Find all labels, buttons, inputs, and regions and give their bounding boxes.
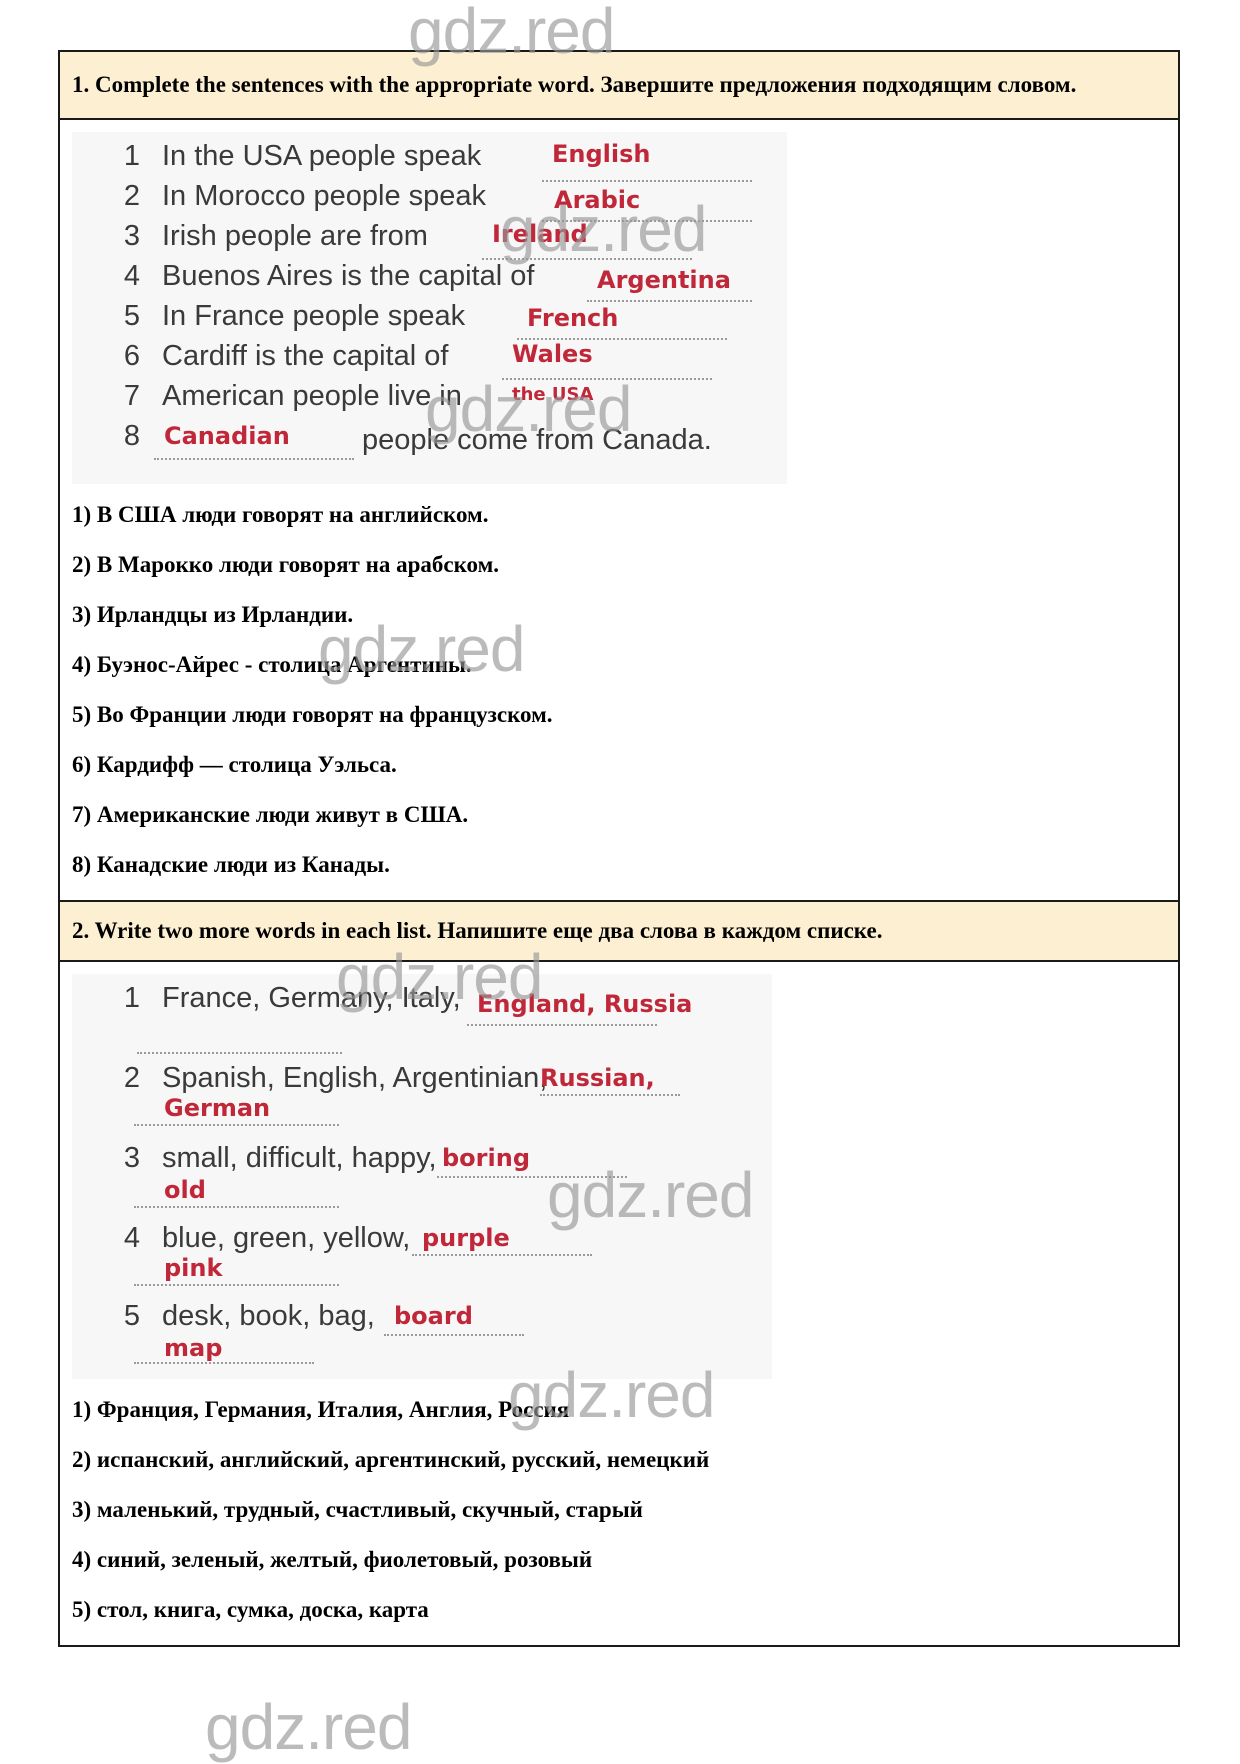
- task2-header: 2. Write two more words in each list. На…: [60, 902, 1178, 962]
- item-number: 6: [123, 340, 140, 372]
- item-text: In the USA people speak: [162, 140, 482, 172]
- translation-line: 4) синий, зеленый, желтый, фиолетовый, р…: [72, 1547, 593, 1572]
- task1-body: 1 In the USA people speak English 2 In M…: [60, 120, 1178, 902]
- item-text: France, Germany, Italy,: [162, 982, 461, 1014]
- task1-header: 1. Complete the sentences with the appro…: [60, 52, 1178, 120]
- answer-text: board: [394, 1302, 473, 1330]
- translation-line: 3) маленький, трудный, счастливый, скучн…: [72, 1497, 643, 1522]
- task1-translations: 1) В США люди говорят на английском. 2) …: [72, 490, 1166, 890]
- item-text: In Morocco people speak: [162, 180, 487, 212]
- translation-line: 8) Канадские люди из Канады.: [72, 852, 390, 877]
- item-number: 1: [123, 140, 140, 172]
- translation-line: 2) В Марокко люди говорят на арабском.: [72, 552, 500, 577]
- answer-text: map: [164, 1334, 223, 1362]
- task1-exercise-image: 1 In the USA people speak English 2 In M…: [72, 132, 787, 484]
- item-number: 2: [123, 1062, 140, 1094]
- watermark: gdz.red: [205, 1691, 412, 1763]
- answer-text: the USA: [512, 384, 594, 405]
- item-text: Irish people are from: [162, 220, 428, 252]
- item-number: 3: [123, 1142, 140, 1174]
- answer-text: pink: [164, 1254, 223, 1282]
- answer-text: purple: [422, 1224, 510, 1252]
- answer-text: England, Russia: [477, 990, 693, 1018]
- translation-line: 3) Ирландцы из Ирландии.: [72, 602, 354, 627]
- item-number: 1: [123, 982, 140, 1014]
- item-text: Spanish, English, Argentinian,: [162, 1062, 548, 1094]
- item-number: 5: [123, 1300, 140, 1332]
- task2-translations: 1) Франция, Германия, Италия, Англия, Ро…: [72, 1385, 1166, 1635]
- item-number: 7: [123, 380, 140, 412]
- item-text: desk, book, bag,: [162, 1300, 375, 1332]
- answer-text: German: [164, 1094, 271, 1122]
- answer-text: Canadian: [164, 422, 290, 450]
- item-text: blue, green, yellow,: [162, 1222, 411, 1254]
- item-number: 2: [123, 180, 140, 212]
- item-number: 4: [123, 260, 140, 292]
- task2-body: 1 France, Germany, Italy, England, Russi…: [60, 962, 1178, 1645]
- answer-text: English: [552, 140, 651, 168]
- item-number: 8: [123, 420, 140, 452]
- translation-line: 2) испанский, английский, аргентинский, …: [72, 1447, 710, 1472]
- answer-text: Russian,: [540, 1064, 655, 1092]
- translation-line: 5) стол, книга, сумка, доска, карта: [72, 1597, 429, 1622]
- answer-text: Arabic: [554, 186, 641, 214]
- item-text: people come from Canada.: [362, 424, 712, 456]
- item-number: 3: [123, 220, 140, 252]
- answer-text: Ireland: [492, 220, 588, 248]
- answer-text: Wales: [512, 340, 593, 368]
- translation-line: 7) Американские люди живут в США.: [72, 802, 469, 827]
- item-number: 4: [123, 1222, 140, 1254]
- answer-table: 1. Complete the sentences with the appro…: [58, 50, 1180, 1647]
- item-text: Buenos Aires is the capital of: [162, 260, 535, 292]
- item-text: In France people speak: [162, 300, 466, 332]
- translation-line: 6) Кардифф — столица Уэльса.: [72, 752, 397, 777]
- answer-text: boring: [442, 1144, 530, 1172]
- translation-line: 5) Во Франции люди говорят на французско…: [72, 702, 553, 727]
- answer-text: French: [527, 304, 619, 332]
- item-text: Cardiff is the capital of: [162, 340, 449, 372]
- item-number: 5: [123, 300, 140, 332]
- answer-text: old: [164, 1176, 206, 1204]
- item-text: American people live in: [162, 380, 462, 412]
- translation-line: 1) Франция, Германия, Италия, Англия, Ро…: [72, 1397, 570, 1422]
- translation-line: 4) Буэнос-Айрес - столица Аргентины.: [72, 652, 472, 677]
- answer-text: Argentina: [597, 266, 731, 294]
- item-text: small, difficult, happy,: [162, 1142, 437, 1174]
- translation-line: 1) В США люди говорят на английском.: [72, 502, 489, 527]
- task2-exercise-image: 1 France, Germany, Italy, England, Russi…: [72, 974, 772, 1379]
